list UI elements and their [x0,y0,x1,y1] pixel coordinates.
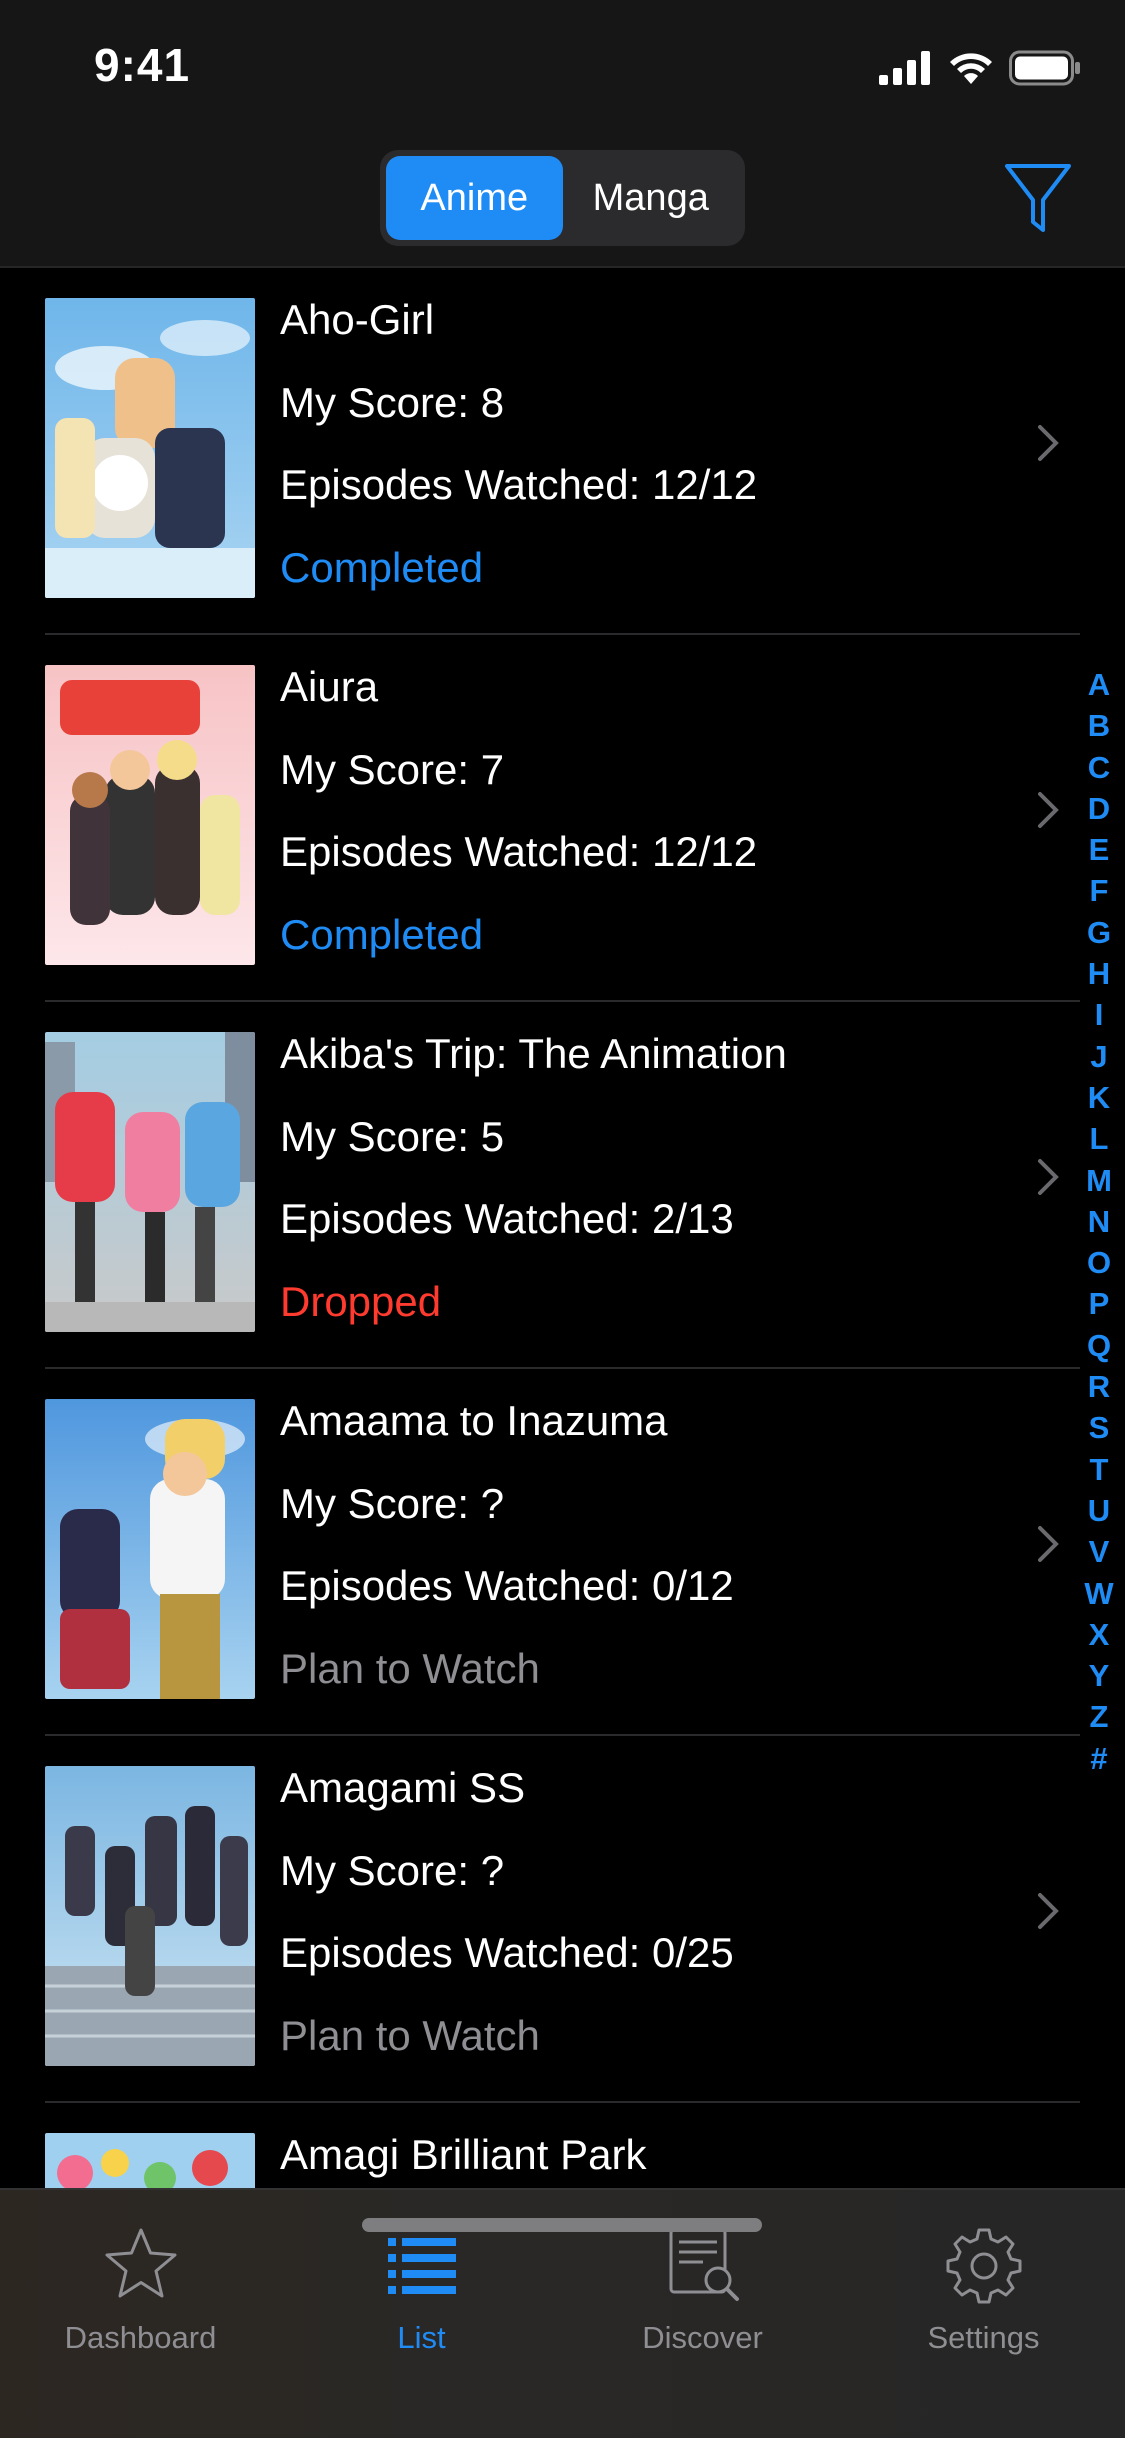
status-time: 9:41 [94,39,191,91]
tab-dashboard[interactable]: Dashboard [0,2210,281,2380]
anime-title: Aho-Girl [280,296,435,343]
section-index[interactable]: A B C D E F G H I J K L M N O P Q R S T … [1081,664,1117,1779]
index-letter[interactable]: F [1090,870,1109,911]
index-letter[interactable]: X [1089,1614,1110,1655]
episodes-watched: Episodes Watched: 12/12 [280,828,758,875]
my-score: My Score: 8 [280,379,505,426]
watch-status: Plan to Watch [280,2012,540,2059]
index-letter[interactable]: H [1088,953,1110,994]
cellular-signal-icon [879,51,930,85]
segment-manga[interactable]: Manga [563,156,740,240]
chevron-right-icon [1038,1159,1059,1195]
index-letter[interactable]: L [1090,1118,1109,1159]
chevron-right-icon [1038,1526,1059,1562]
status-icons [879,48,1081,88]
watch-status: Plan to Watch [280,1645,540,1692]
navigation-bar: Anime Manga [0,130,1125,268]
index-letter[interactable]: E [1089,829,1110,870]
watch-status: Completed [280,911,484,958]
my-score: My Score: 7 [280,746,505,793]
episodes-watched: Episodes Watched: 2/13 [280,1195,734,1242]
index-letter[interactable]: W [1084,1573,1113,1614]
gear-icon [946,2228,1021,2304]
anime-title: Akiba's Trip: The Animation [280,1030,787,1077]
cover-image [45,2133,255,2188]
list-item[interactable]: Aiura My Score: 7 Episodes Watched: 12/1… [0,635,1080,1002]
my-score: My Score: 5 [280,1113,505,1160]
discover-icon [669,2228,739,2301]
index-letter[interactable]: Y [1089,1655,1110,1696]
anime-title: Amaama to Inazuma [280,1397,668,1444]
index-letter[interactable]: C [1088,747,1110,788]
list-icon [387,2238,456,2294]
index-letter[interactable]: # [1090,1738,1107,1779]
list-item[interactable]: Amagami SS My Score: ? Episodes Watched:… [0,1736,1080,2103]
watch-status: Dropped [280,1278,442,1325]
episodes-watched: Episodes Watched: 12/12 [280,461,758,508]
index-letter[interactable]: U [1088,1490,1110,1531]
index-letter[interactable]: G [1087,912,1111,953]
anime-title: Amagami SS [280,1764,526,1811]
tab-label: Settings [927,2320,1040,2355]
tab-list[interactable]: List [281,2210,562,2380]
list-item[interactable]: Aho-Girl My Score: 8 Episodes Watched: 1… [0,268,1080,635]
home-indicator[interactable] [362,2218,762,2232]
watch-status: Completed [280,544,484,591]
wifi-icon [950,53,992,84]
episodes-watched: Episodes Watched: 0/25 [280,1929,734,1976]
chevron-right-icon [1038,1893,1059,1929]
index-letter[interactable]: S [1089,1407,1110,1448]
cover-image [45,298,255,598]
index-letter[interactable]: K [1088,1077,1110,1118]
my-score: My Score: ? [280,1480,505,1527]
index-letter[interactable]: J [1090,1036,1107,1077]
tab-settings[interactable]: Settings [843,2210,1124,2380]
index-letter[interactable]: Z [1090,1696,1109,1737]
my-score: My Score: ? [280,1847,505,1894]
episodes-watched: Episodes Watched: 0/12 [280,1562,734,1609]
star-icon [105,2228,176,2298]
status-bar: 9:41 [0,0,1125,130]
index-letter[interactable]: V [1089,1531,1110,1572]
anime-title: Amagi Brilliant Park [280,2131,647,2178]
index-letter[interactable]: R [1088,1366,1110,1407]
battery-icon [1009,50,1080,86]
chevron-right-icon [1038,792,1059,828]
index-letter[interactable]: N [1088,1201,1110,1242]
list-item[interactable]: Amagi Brilliant Park [0,2103,1080,2188]
cover-image [45,665,255,965]
list-item[interactable]: Amaama to Inazuma My Score: ? Episodes W… [0,1369,1080,1736]
cover-image [45,1399,255,1699]
index-letter[interactable]: I [1095,994,1104,1035]
anime-manga-segmented-control[interactable]: Anime Manga [380,150,745,246]
tab-label: Dashboard [64,2320,217,2355]
anime-title: Aiura [280,663,379,710]
index-letter[interactable]: D [1088,788,1110,829]
anime-list: Aho-Girl My Score: 8 Episodes Watched: 1… [0,268,1125,2188]
tab-label: Discover [642,2320,763,2355]
index-letter[interactable]: A [1088,664,1110,705]
index-letter[interactable]: T [1090,1449,1109,1490]
tab-label: List [397,2320,446,2355]
filter-icon[interactable] [1003,158,1073,238]
index-letter[interactable]: M [1086,1160,1112,1201]
index-letter[interactable]: B [1088,705,1110,746]
index-letter[interactable]: Q [1087,1325,1111,1366]
index-letter[interactable]: P [1089,1283,1110,1324]
tab-discover[interactable]: Discover [562,2210,843,2380]
index-letter[interactable]: O [1087,1242,1111,1283]
cover-image [45,1032,255,1332]
cover-image [45,1766,255,2066]
segment-anime[interactable]: Anime [386,156,563,240]
chevron-right-icon [1038,425,1059,461]
list-item[interactable]: Akiba's Trip: The Animation My Score: 5 … [0,1002,1080,1369]
